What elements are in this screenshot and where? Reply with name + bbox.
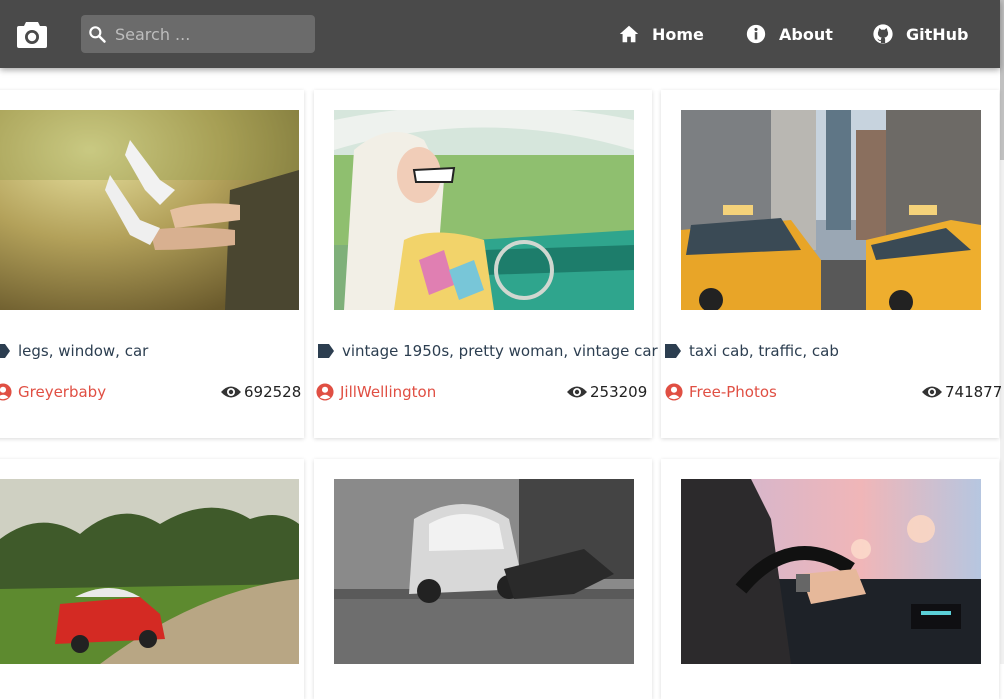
nav-github[interactable]: GitHub [872, 0, 969, 68]
card-author[interactable]: JillWellington [316, 383, 436, 401]
card-author-name[interactable]: Greyerbaby [18, 383, 106, 401]
image-card[interactable] [0, 459, 304, 699]
card-views-count: 692528 [244, 383, 302, 401]
nav-about[interactable]: About [745, 0, 833, 68]
card-tags: taxi cab, traffic, cab [665, 342, 839, 360]
image-card[interactable]: legs, window, car Greyerbaby 692528 [0, 90, 304, 438]
search-icon [89, 26, 106, 43]
card-tags-text: vintage 1950s, pretty woman, vintage car [342, 342, 658, 360]
search-box[interactable] [81, 15, 315, 53]
camera-logo-icon[interactable] [16, 19, 48, 49]
card-author[interactable]: Free-Photos [665, 383, 777, 401]
home-icon [619, 25, 639, 43]
nav-about-label: About [779, 24, 833, 44]
card-image[interactable] [681, 479, 981, 664]
card-views: 741877 [921, 383, 1002, 401]
eye-icon [922, 386, 942, 398]
nav-home-label: Home [652, 24, 704, 44]
image-card[interactable]: taxi cab, traffic, cab Free-Photos 74187… [661, 90, 1002, 438]
card-tags-text: taxi cab, traffic, cab [689, 342, 839, 360]
card-tags: vintage 1950s, pretty woman, vintage car [318, 342, 658, 360]
card-image[interactable] [334, 479, 634, 664]
card-views-count: 741877 [945, 383, 1003, 401]
card-image[interactable] [0, 479, 299, 664]
user-circle-icon [316, 383, 334, 401]
image-card[interactable] [314, 459, 652, 699]
page-scrollbar[interactable] [1000, 0, 1004, 664]
card-author-name[interactable]: Free-Photos [689, 383, 777, 401]
tag-icon [665, 344, 681, 358]
top-navbar: Home About GitHub [0, 0, 1000, 68]
user-circle-icon [665, 383, 683, 401]
card-image[interactable] [334, 110, 634, 310]
github-icon [873, 24, 893, 44]
tag-icon [0, 344, 10, 358]
card-views-count: 253209 [590, 383, 648, 401]
card-author[interactable]: Greyerbaby [0, 383, 106, 401]
nav-home[interactable]: Home [618, 0, 704, 68]
card-image[interactable] [0, 110, 299, 310]
card-tags-text: legs, window, car [18, 342, 149, 360]
image-card[interactable] [661, 459, 999, 699]
user-circle-icon [0, 383, 12, 401]
scrollbar-thumb[interactable] [1000, 0, 1004, 160]
card-tags: legs, window, car [0, 342, 148, 360]
search-input[interactable] [113, 23, 307, 45]
tag-icon [318, 344, 334, 358]
card-author-name[interactable]: JillWellington [340, 383, 436, 401]
eye-icon [221, 386, 241, 398]
card-views: 253209 [566, 383, 647, 401]
nav-github-label: GitHub [906, 24, 969, 44]
card-views: 692528 [220, 383, 301, 401]
card-image[interactable] [681, 110, 981, 310]
image-card[interactable]: vintage 1950s, pretty woman, vintage car… [314, 90, 658, 438]
info-icon [746, 24, 766, 44]
eye-icon [567, 386, 587, 398]
